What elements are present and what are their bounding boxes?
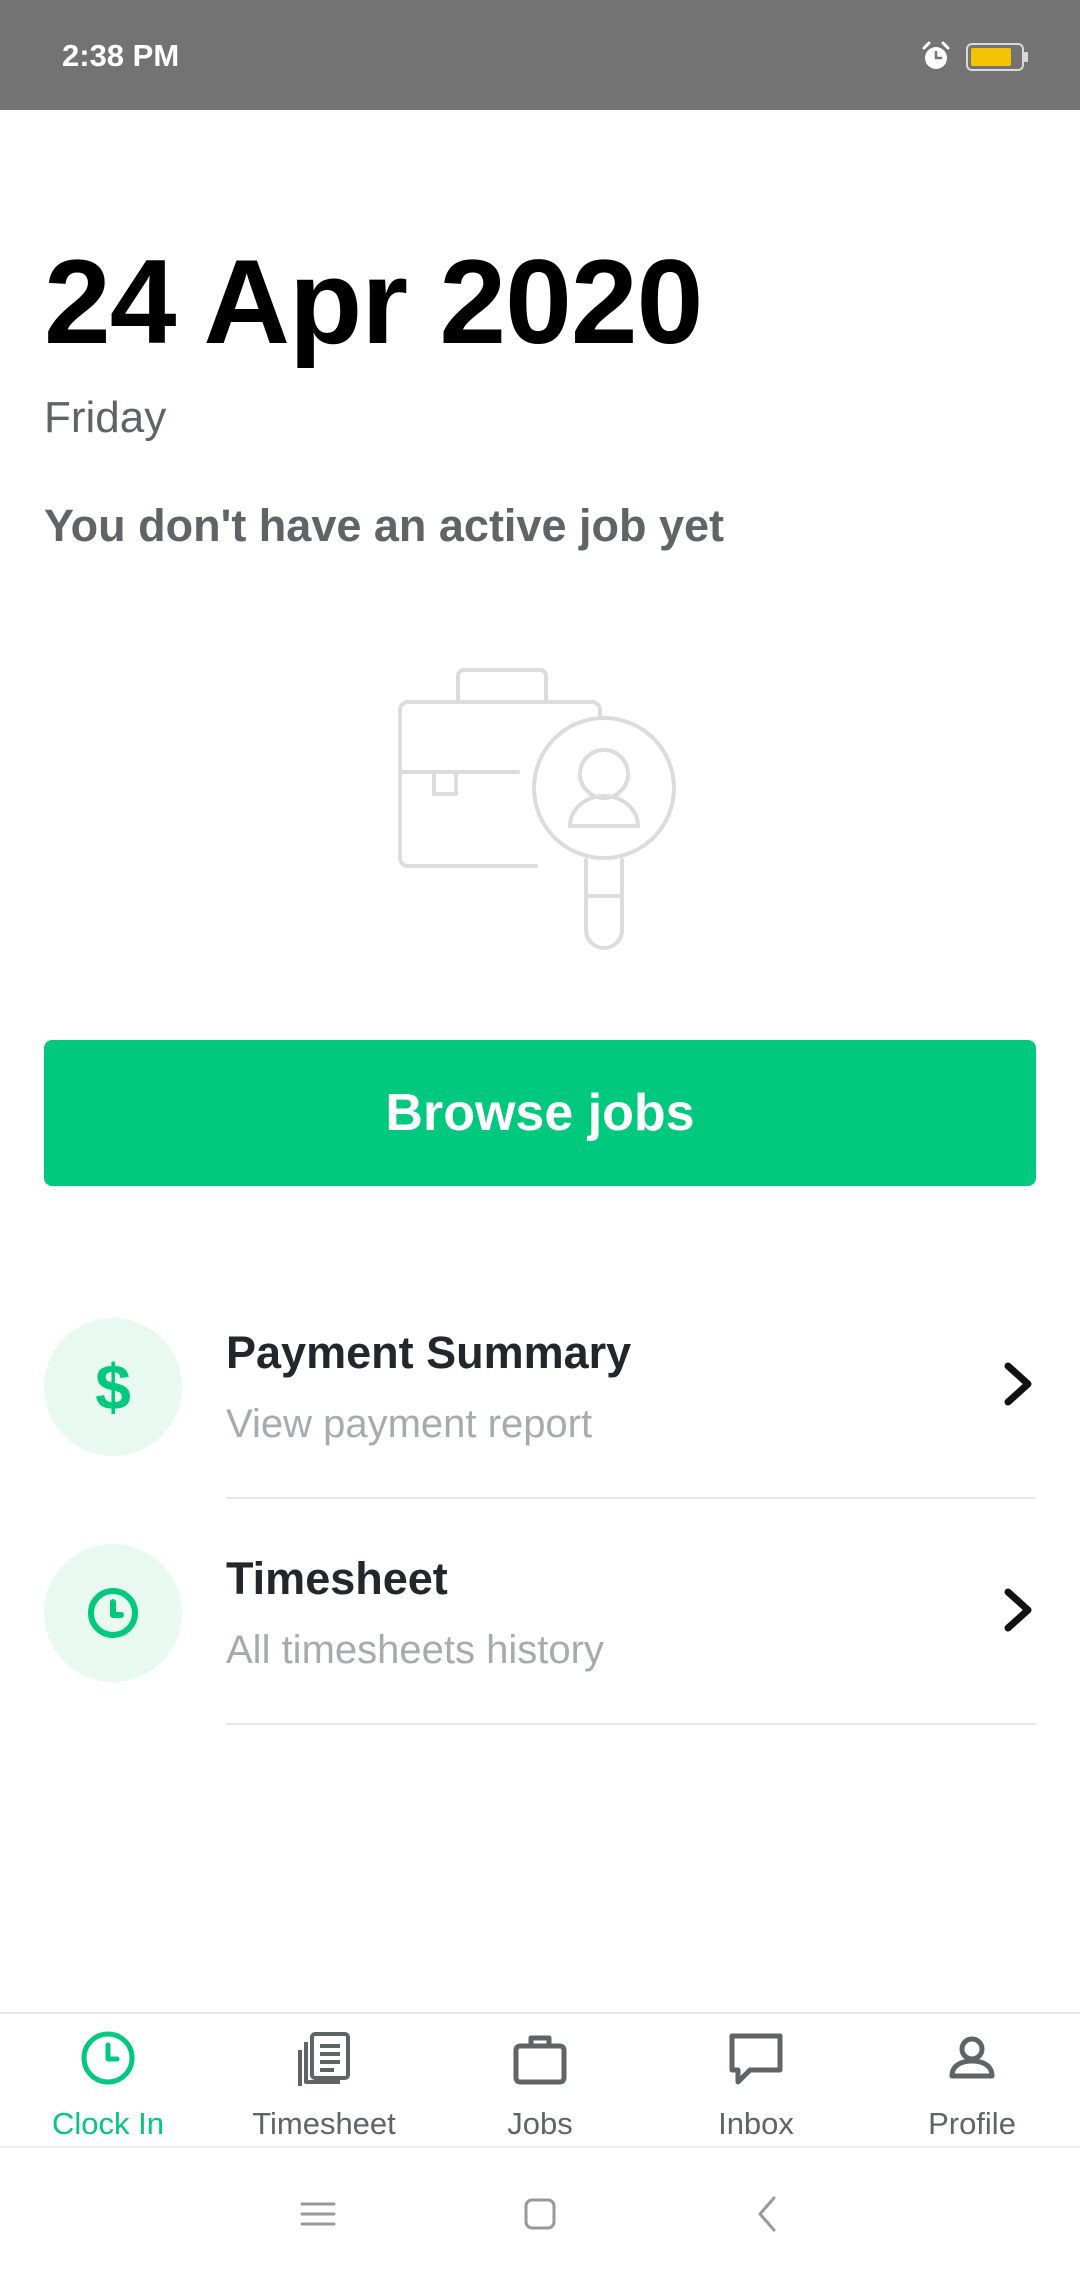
list-item-timesheet[interactable]: Timesheet All timesheets history xyxy=(0,1526,1080,1726)
row-title: Timesheet xyxy=(226,1553,448,1604)
nav-label: Inbox xyxy=(718,2106,794,2141)
row-title: Payment Summary xyxy=(226,1327,632,1378)
row-subtitle: View payment report xyxy=(226,1402,593,1446)
chat-icon xyxy=(729,2033,783,2085)
battery-icon xyxy=(966,43,1028,71)
nav-jobs[interactable]: Jobs xyxy=(432,2014,648,2148)
clock-icon xyxy=(81,2031,135,2085)
weekday-label: Friday xyxy=(44,393,167,442)
nav-label: Profile xyxy=(928,2106,1016,2141)
bottom-nav: Clock In Timesheet Jobs Inbox Profile xyxy=(0,2012,1080,2148)
row-subtitle: All timesheets history xyxy=(226,1628,604,1672)
payment-icon-badge: $ xyxy=(44,1318,182,1456)
screen: 2:38 PM 24 Apr 2020 Friday You don't hav… xyxy=(0,0,1080,2280)
status-time: 2:38 PM xyxy=(62,38,180,73)
system-nav-bar xyxy=(0,2148,1080,2280)
person-icon xyxy=(949,2036,995,2079)
briefcase-icon xyxy=(513,2035,567,2085)
divider xyxy=(226,1497,1036,1499)
empty-state-message: You don't have an active job yet xyxy=(44,500,725,551)
menu-icon[interactable] xyxy=(298,2194,338,2234)
timesheet-icon-badge xyxy=(44,1544,182,1682)
nav-label: Jobs xyxy=(507,2106,573,2141)
briefcase-search-icon xyxy=(398,668,676,950)
nav-timesheet[interactable]: Timesheet xyxy=(216,2014,432,2148)
chevron-right-icon xyxy=(1004,1362,1032,1406)
back-icon[interactable] xyxy=(748,2194,788,2234)
home-icon[interactable] xyxy=(520,2194,560,2234)
nav-label: Timesheet xyxy=(252,2106,396,2141)
nav-inbox[interactable]: Inbox xyxy=(648,2014,864,2148)
chevron-right-icon xyxy=(1004,1588,1032,1632)
dollar-icon: $ xyxy=(95,1351,131,1423)
divider xyxy=(226,1723,1036,1725)
browse-jobs-button[interactable]: Browse jobs xyxy=(44,1040,1036,1186)
list-item-payment-summary[interactable]: $ Payment Summary View payment report xyxy=(0,1300,1080,1500)
clock-icon xyxy=(88,1588,138,1638)
nav-profile[interactable]: Profile xyxy=(864,2014,1080,2148)
status-bar: 2:38 PM xyxy=(0,0,1080,110)
date-title: 24 Apr 2020 xyxy=(44,235,703,369)
nav-clock-in[interactable]: Clock In xyxy=(0,2014,216,2148)
alarm-icon xyxy=(922,41,950,69)
document-icon xyxy=(298,2032,350,2086)
nav-label: Clock In xyxy=(52,2106,164,2141)
